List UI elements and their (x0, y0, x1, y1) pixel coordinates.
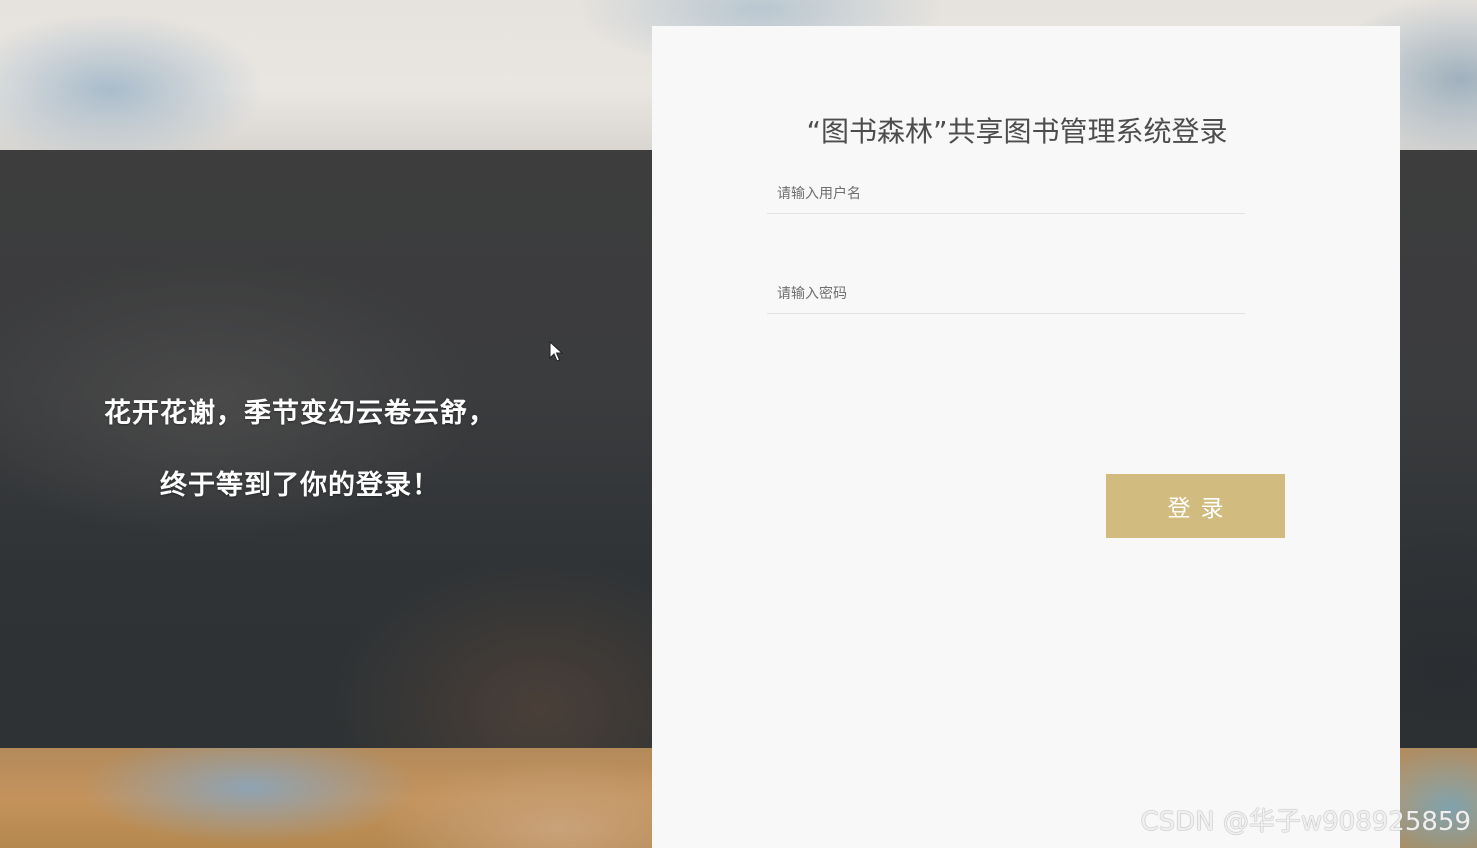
password-input[interactable] (767, 274, 1245, 313)
username-field-wrapper (767, 174, 1245, 214)
slogan-line-1: 花开花谢，季节变幻云卷云舒， (104, 398, 496, 429)
login-page: 花开花谢，季节变幻云卷云舒， 终于等到了你的登录！ “图书森林”共享图书管理系统… (0, 0, 1477, 848)
login-panel: “图书森林”共享图书管理系统登录 登录 (652, 26, 1400, 848)
mouse-pointer-icon (549, 341, 563, 362)
slogan-line-2: 终于等到了你的登录！ (160, 470, 440, 501)
login-button[interactable]: 登录 (1106, 474, 1285, 538)
welcome-slogan: 花开花谢，季节变幻云卷云舒， 终于等到了你的登录！ (0, 390, 600, 510)
csdn-watermark: CSDN @华子w908925859 (1140, 807, 1471, 837)
page-title: “图书森林”共享图书管理系统登录 (806, 115, 1228, 148)
password-field-wrapper (767, 274, 1245, 314)
username-input[interactable] (767, 174, 1245, 213)
